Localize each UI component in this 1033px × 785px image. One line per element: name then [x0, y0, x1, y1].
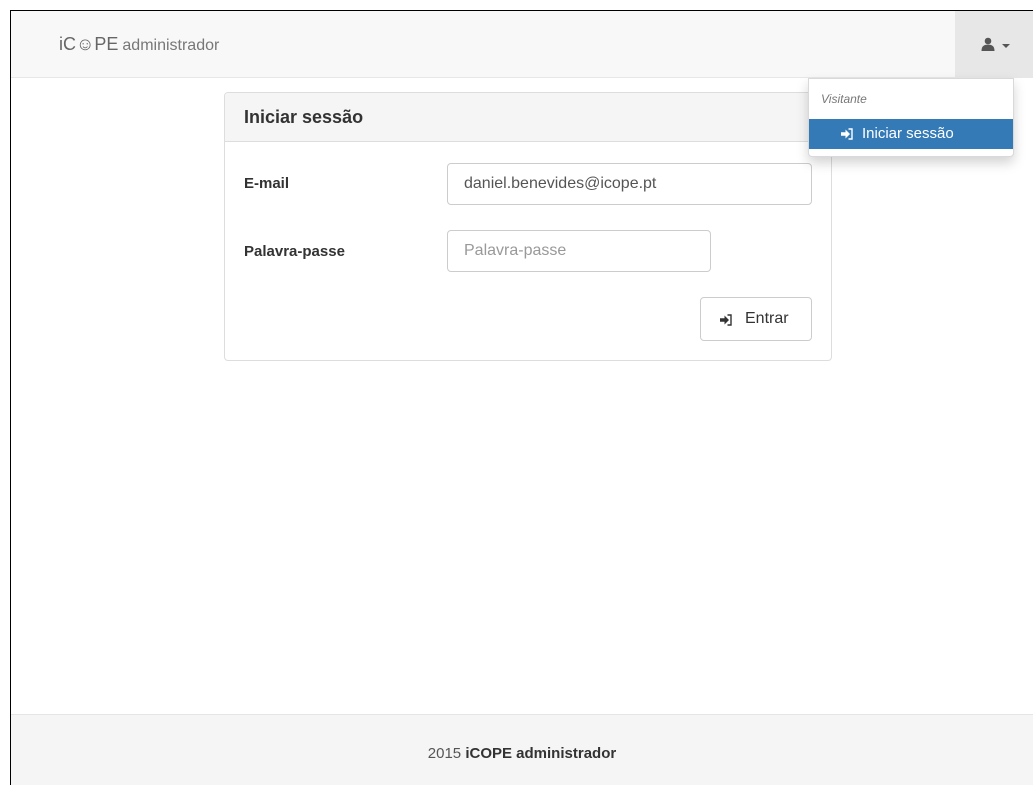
password-field[interactable] [447, 230, 711, 272]
brand-logo: iC☺PE [59, 34, 119, 54]
brand-subtitle: administrador [122, 37, 220, 54]
submit-button-label: Entrar [745, 310, 789, 327]
caret-down-icon [1002, 44, 1010, 48]
brand[interactable]: iC☺PE administrador [59, 33, 219, 57]
user-menu-toggle[interactable] [955, 11, 1033, 78]
panel-title: Iniciar sessão [244, 107, 364, 127]
footer: 2015 iCOPE administrador [11, 714, 1033, 785]
email-label: E-mail [244, 175, 290, 192]
user-icon [981, 37, 995, 51]
dropdown-item-label: Iniciar sessão [862, 125, 954, 142]
footer-year: 2015 [427, 745, 462, 762]
navbar: iC☺PE administrador [11, 11, 1033, 78]
dropdown-item-login[interactable]: Iniciar sessão [809, 119, 1013, 149]
page-frame: iC☺PE administrador Visitante Iniciar ses… [10, 10, 1033, 785]
login-panel: Iniciar sessão E-mail Palavra-passe Entr… [224, 92, 832, 361]
submit-button[interactable]: Entrar [700, 297, 812, 341]
email-field[interactable] [447, 163, 812, 205]
password-label: Palavra-passe [244, 243, 345, 260]
user-dropdown-menu: Visitante Iniciar sessão [808, 78, 1014, 157]
panel-heading: Iniciar sessão [225, 93, 831, 142]
footer-text: 2015 iCOPE administrador [11, 745, 1033, 762]
footer-brand: iCOPE administrador [465, 745, 617, 762]
sign-in-icon [841, 128, 853, 140]
sign-in-icon [720, 314, 732, 326]
dropdown-header: Visitante [821, 92, 867, 106]
